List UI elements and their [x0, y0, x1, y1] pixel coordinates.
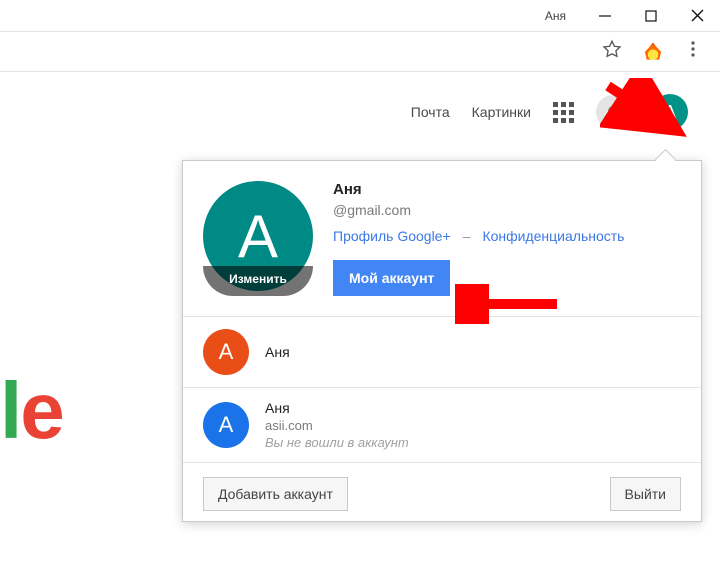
extension-fire-icon[interactable]	[644, 43, 662, 61]
google-plus-profile-link[interactable]: Профиль Google+	[333, 228, 451, 244]
account-email: @gmail.com	[333, 202, 681, 218]
window-close-button[interactable]	[674, 0, 720, 32]
account-row-sub: asii.com	[265, 418, 409, 433]
account-row[interactable]: A Аня	[183, 317, 701, 387]
add-account-button[interactable]: Добавить аккаунт	[203, 477, 348, 511]
browser-menu-icon[interactable]	[684, 40, 702, 63]
account-avatar[interactable]: A	[652, 94, 688, 130]
page-header: Почта Картинки A	[0, 72, 720, 152]
window-maximize-button[interactable]	[628, 0, 674, 32]
popover-footer: Добавить аккаунт Выйти	[183, 463, 701, 521]
mail-link[interactable]: Почта	[411, 104, 450, 120]
privacy-link[interactable]: Конфиденциальность	[482, 228, 624, 244]
account-row-note: Вы не вошли в аккаунт	[265, 435, 409, 450]
notifications-icon[interactable]	[596, 95, 630, 129]
window-title: Аня	[545, 9, 566, 23]
apps-grid-icon[interactable]	[553, 102, 574, 123]
window-titlebar: Аня	[0, 0, 720, 32]
sign-out-button[interactable]: Выйти	[610, 477, 681, 511]
bookmark-star-icon[interactable]	[602, 39, 622, 64]
account-row-avatar: A	[203, 329, 249, 375]
my-account-button[interactable]: Мой аккаунт	[333, 260, 450, 296]
google-logo-fragment: le	[0, 365, 63, 457]
account-popover: A Изменить Аня @gmail.com Профиль Google…	[182, 160, 702, 522]
account-row[interactable]: A Аня asii.com Вы не вошли в аккаунт	[183, 388, 701, 462]
account-row-name: Аня	[265, 344, 290, 360]
avatar-edit-label[interactable]: Изменить	[203, 266, 313, 296]
account-row-avatar: A	[203, 402, 249, 448]
account-avatar-initial: A	[664, 102, 676, 123]
account-row-name: Аня	[265, 400, 409, 416]
account-name: Аня	[333, 181, 681, 198]
images-link[interactable]: Картинки	[472, 104, 531, 120]
window-minimize-button[interactable]	[582, 0, 628, 32]
avatar-wrapper[interactable]: A Изменить	[203, 181, 313, 296]
browser-toolbar	[0, 32, 720, 72]
